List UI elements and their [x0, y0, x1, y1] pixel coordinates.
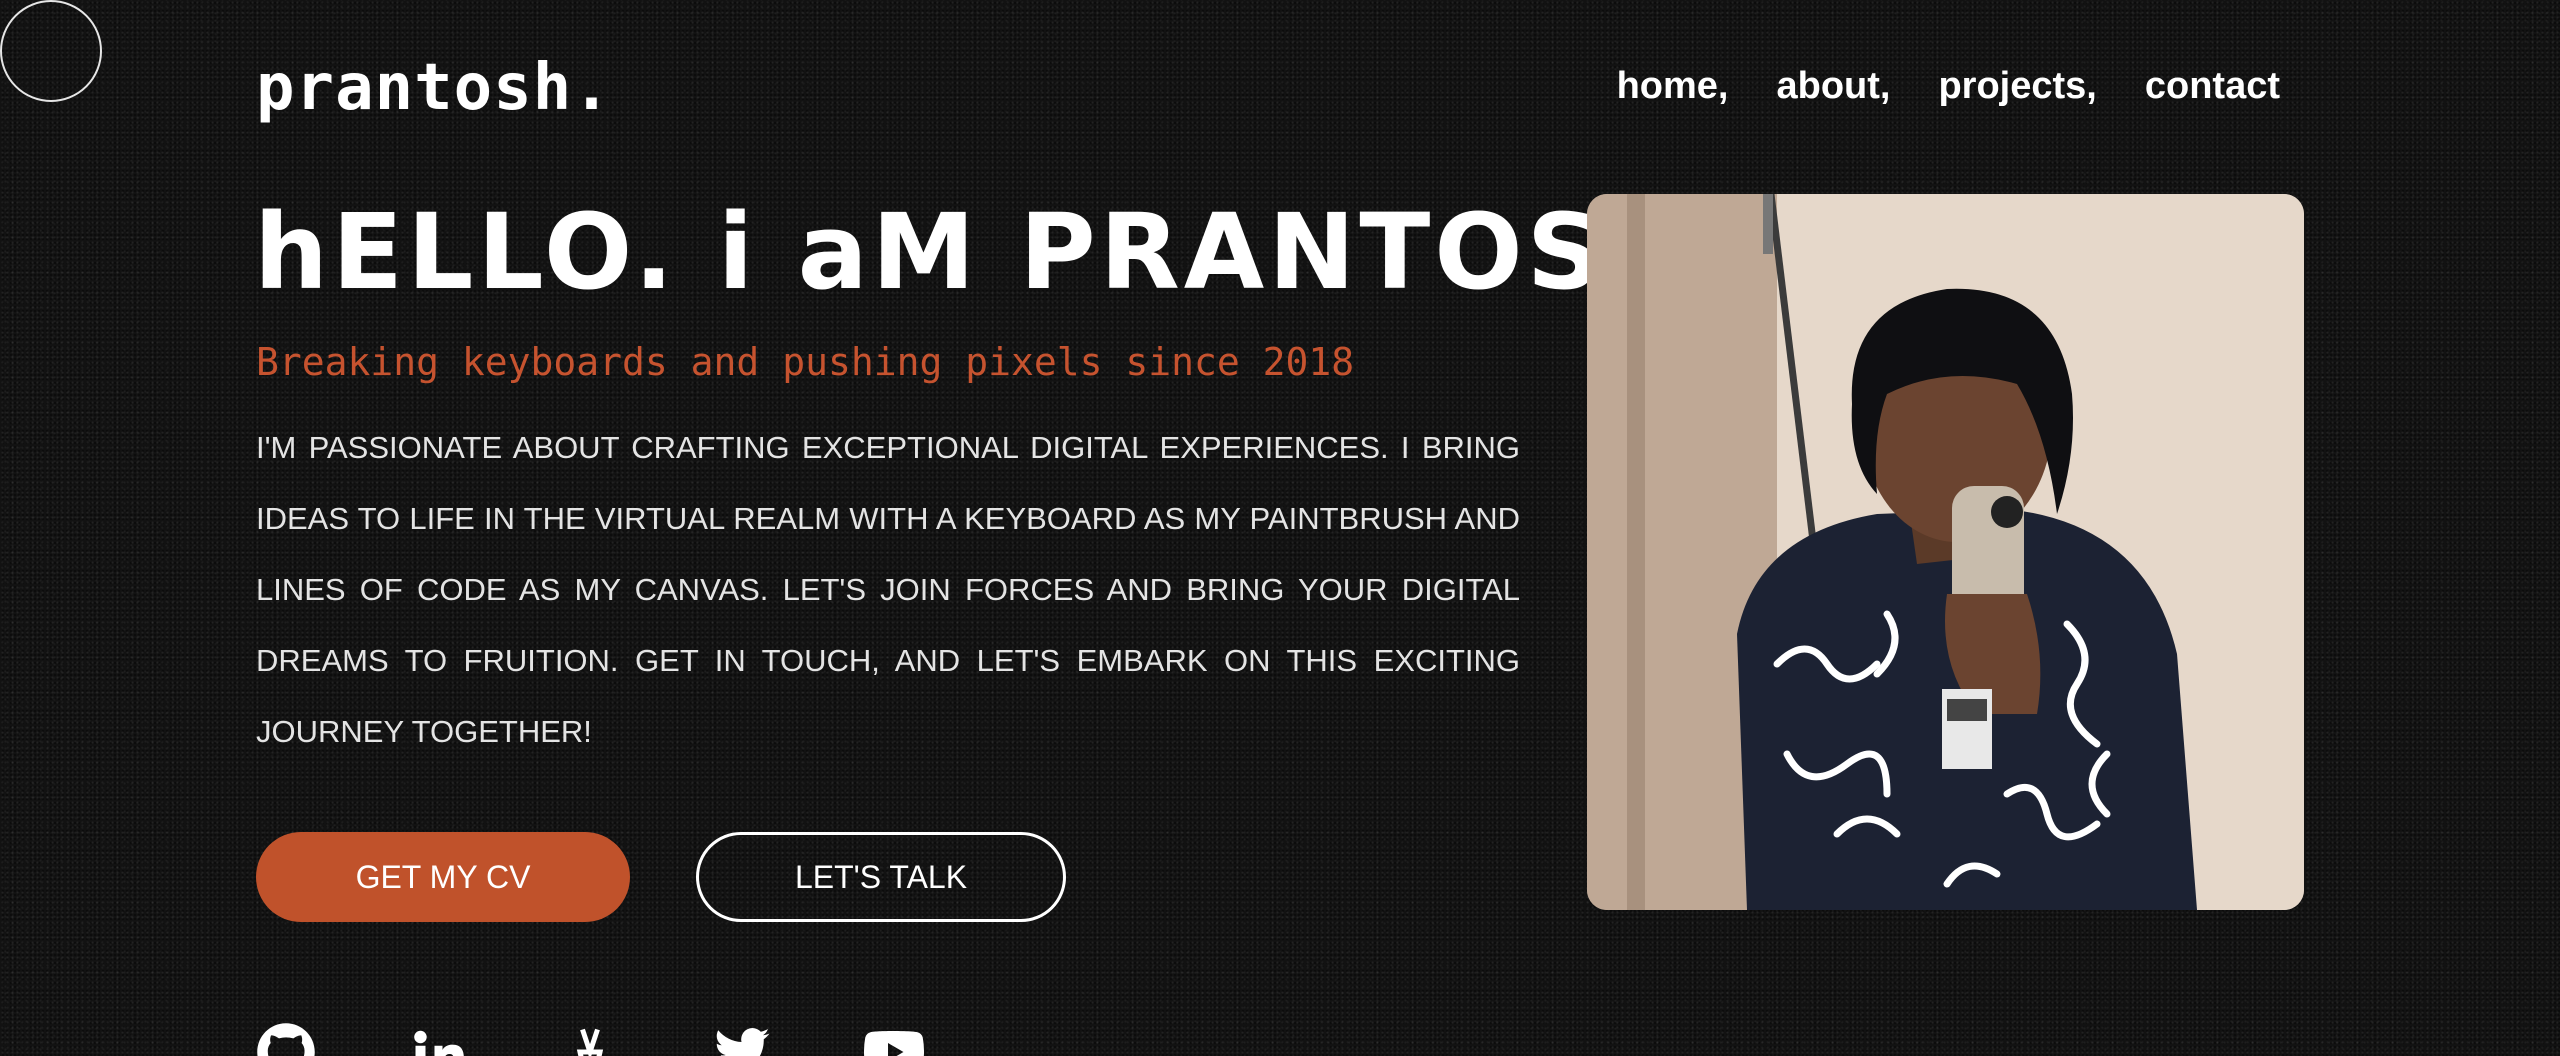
nav-about[interactable]: about, [1776, 62, 1890, 110]
nav-projects[interactable]: projects, [1938, 62, 2096, 110]
youtube-icon[interactable] [864, 1022, 924, 1056]
get-cv-button[interactable]: GET MY CV [256, 832, 630, 922]
hero-title: hELLO. i aM PRANTOSH [254, 191, 1697, 313]
social-links [256, 1022, 924, 1056]
main-nav: home, about, projects, contact [1617, 62, 2280, 110]
twitter-icon[interactable] [712, 1022, 772, 1056]
lets-talk-button[interactable]: LET'S TALK [696, 832, 1066, 922]
profile-photo [1587, 194, 2304, 910]
nav-home[interactable]: home, [1617, 62, 1729, 110]
nav-contact[interactable]: contact [2145, 62, 2280, 110]
peerlist-icon[interactable] [560, 1022, 620, 1056]
hero-intro: I'M PASSIONATE ABOUT CRAFTING EXCEPTIONA… [256, 430, 1520, 749]
cursor-ring [0, 0, 102, 102]
hero-tagline: Breaking keyboards and pushing pixels si… [256, 340, 1355, 384]
site-logo[interactable]: prantosh. [256, 52, 612, 124]
github-icon[interactable] [256, 1022, 316, 1056]
linkedin-icon[interactable] [408, 1022, 468, 1056]
profile-photo-illustration [1587, 194, 2304, 910]
